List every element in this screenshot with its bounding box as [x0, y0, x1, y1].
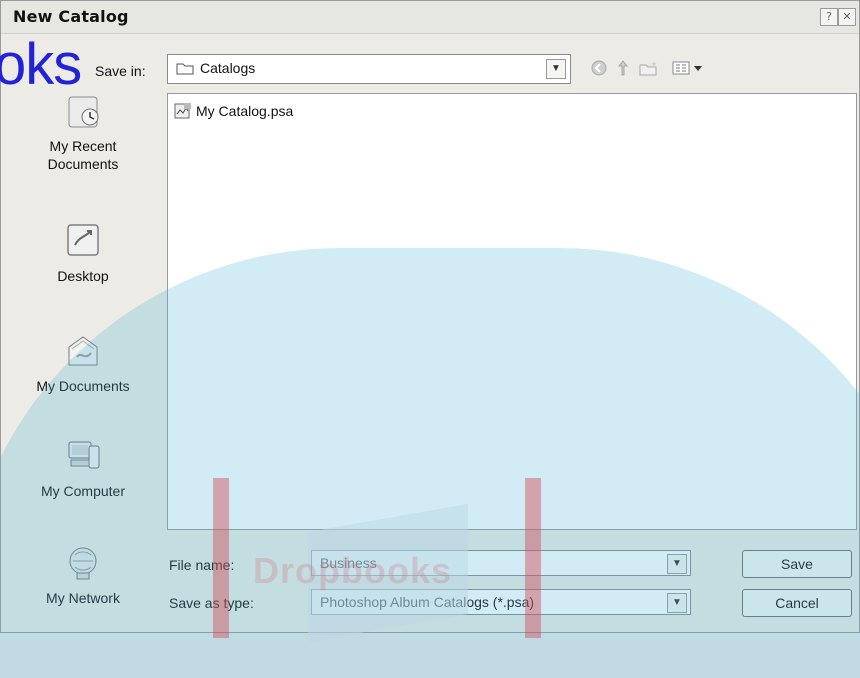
views-menu-icon[interactable]	[669, 59, 709, 81]
place-label: My Documents	[36, 378, 130, 394]
save-as-type-dropdown[interactable]: Photoshop Album Catalogs (*.psa) ▼	[311, 589, 691, 615]
my-network-icon	[69, 547, 97, 580]
title-bar: New Catalog ? ✕	[1, 1, 859, 34]
watermark-faint-text: Dropbooks	[253, 550, 453, 591]
file-name-label: File name:	[169, 557, 235, 573]
save-as-type-label: Save as type:	[169, 595, 254, 611]
place-desktop[interactable]: Desktop	[13, 221, 153, 285]
my-computer-icon	[68, 441, 100, 469]
help-button[interactable]: ?	[820, 8, 838, 26]
watermark-text: oks	[0, 32, 82, 97]
save-in-dropdown[interactable]: Catalogs ▼	[167, 54, 571, 84]
catalog-file-icon	[174, 103, 191, 119]
close-button[interactable]: ✕	[838, 8, 856, 26]
cancel-button[interactable]: Cancel	[742, 589, 852, 617]
new-folder-icon[interactable]	[635, 59, 663, 81]
save-in-value: Catalogs	[200, 60, 256, 76]
file-name-text: My Catalog.psa	[196, 103, 294, 119]
place-label: My Computer	[40, 483, 126, 499]
place-label: Desktop	[57, 268, 109, 284]
back-icon[interactable]	[587, 59, 611, 81]
up-folder-icon[interactable]	[611, 59, 635, 81]
file-list[interactable]: My Catalog.psa	[167, 93, 857, 530]
folder-icon	[176, 63, 194, 75]
recent-documents-icon	[68, 96, 99, 128]
places-bar: My Recent Documents Desktop My Documents	[13, 51, 153, 631]
place-my-computer[interactable]: My Computer	[13, 436, 153, 500]
chevron-down-icon[interactable]: ▼	[667, 554, 687, 574]
chevron-down-icon[interactable]: ▼	[667, 593, 687, 613]
dialog-title: New Catalog	[13, 7, 129, 26]
new-catalog-dialog: New Catalog ? ✕ Save in: Catalogs ▼ My R…	[0, 0, 860, 633]
place-label: My Network	[46, 590, 120, 606]
place-my-network[interactable]: My Network	[13, 543, 153, 607]
my-documents-icon	[68, 336, 98, 366]
save-button[interactable]: Save	[742, 550, 852, 578]
chevron-down-icon[interactable]: ▼	[546, 59, 566, 79]
place-label: My Recent Documents	[47, 138, 119, 172]
save-as-type-value: Photoshop Album Catalogs (*.psa)	[320, 594, 535, 610]
place-my-documents[interactable]: My Documents	[13, 331, 153, 395]
file-item[interactable]: My Catalog.psa	[174, 102, 293, 120]
desktop-icon	[67, 224, 99, 256]
place-my-recent-documents[interactable]: My Recent Documents	[13, 91, 153, 173]
